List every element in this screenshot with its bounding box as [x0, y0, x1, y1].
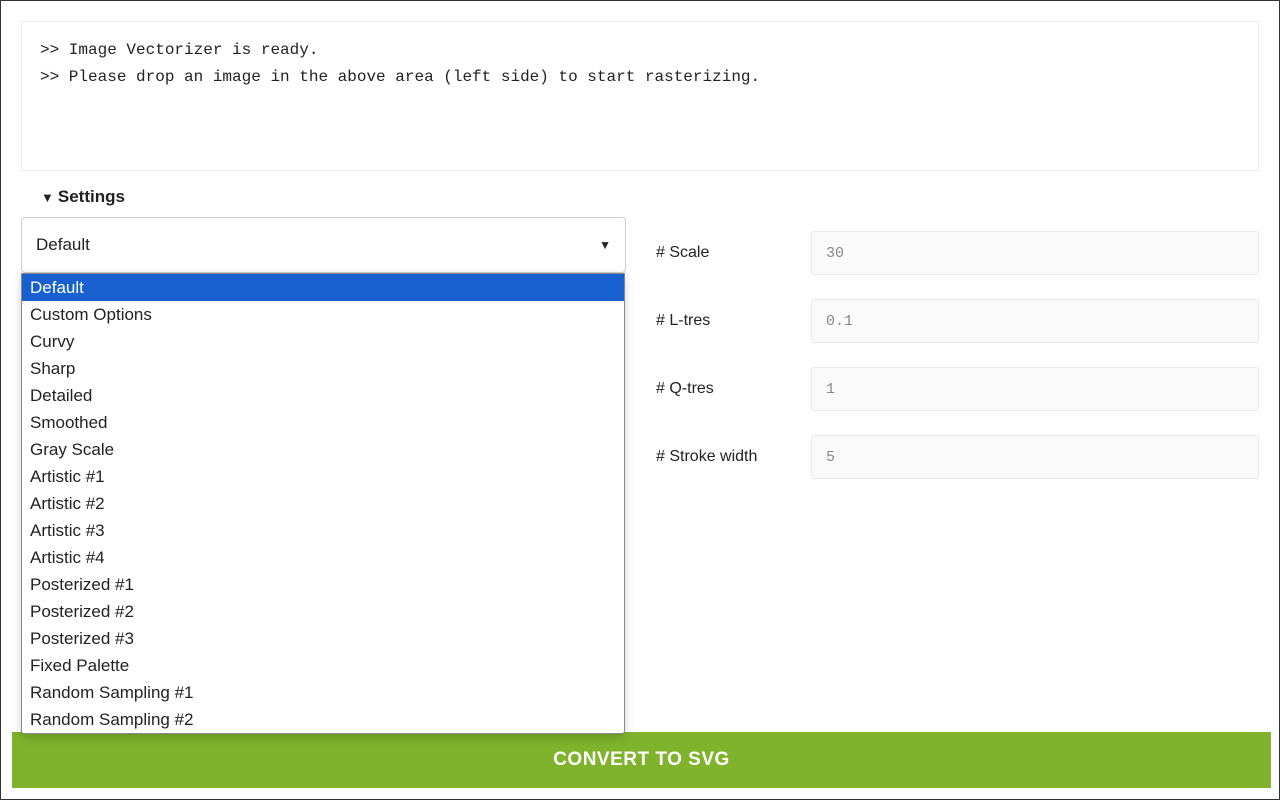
preset-option[interactable]: Artistic #2	[22, 490, 624, 517]
preset-option[interactable]: Posterized #2	[22, 598, 624, 625]
preset-option[interactable]: Detailed	[22, 382, 624, 409]
preset-option[interactable]: Artistic #3	[22, 517, 624, 544]
preset-select[interactable]: Default ▼	[21, 217, 626, 273]
preset-column: Default ▼ Default Custom Options Curvy S…	[21, 217, 626, 479]
preset-option[interactable]: Smoothed	[22, 409, 624, 436]
preset-selected-value: Default	[36, 235, 90, 255]
preset-option[interactable]: Artistic #1	[22, 463, 624, 490]
preset-option[interactable]: Artistic #4	[22, 544, 624, 571]
preset-option[interactable]: Posterized #1	[22, 571, 624, 598]
preset-option[interactable]: Gray Scale	[22, 436, 624, 463]
preset-option[interactable]: Sharp	[22, 355, 624, 382]
scale-label: # Scale	[656, 244, 781, 262]
ltres-label: # L-tres	[656, 312, 781, 330]
preset-option[interactable]: Default	[22, 274, 624, 301]
parameters-column: # Scale # L-tres # Q-tres # Stroke width	[656, 217, 1259, 479]
settings-title: Settings	[58, 187, 125, 207]
preset-dropdown: Default Custom Options Curvy Sharp Detai…	[21, 273, 625, 734]
preset-option[interactable]: Custom Options	[22, 301, 624, 328]
settings-toggle[interactable]: ▼ Settings	[1, 181, 1279, 217]
ltres-input[interactable]	[811, 299, 1259, 343]
preset-option[interactable]: Random Sampling #1	[22, 679, 624, 706]
scale-row: # Scale	[656, 231, 1259, 275]
convert-button-label: CONVERT TO SVG	[553, 749, 730, 771]
caret-down-icon: ▼	[41, 190, 54, 205]
preset-option[interactable]: Posterized #3	[22, 625, 624, 652]
app-container: >> Image Vectorizer is ready. >> Please …	[0, 0, 1280, 800]
preset-option[interactable]: Random Sampling #2	[22, 706, 624, 733]
ltres-row: # L-tres	[656, 299, 1259, 343]
convert-button[interactable]: CONVERT TO SVG	[12, 732, 1271, 788]
preset-option[interactable]: Fixed Palette	[22, 652, 624, 679]
console-line: >> Image Vectorizer is ready.	[40, 37, 1240, 64]
console-line: >> Please drop an image in the above are…	[40, 64, 1240, 91]
strokewidth-row: # Stroke width	[656, 435, 1259, 479]
scale-input[interactable]	[811, 231, 1259, 275]
chevron-down-icon: ▼	[599, 238, 611, 252]
console-log: >> Image Vectorizer is ready. >> Please …	[21, 21, 1259, 171]
qtres-input[interactable]	[811, 367, 1259, 411]
qtres-row: # Q-tres	[656, 367, 1259, 411]
preset-option[interactable]: Curvy	[22, 328, 624, 355]
settings-body: Default ▼ Default Custom Options Curvy S…	[1, 217, 1279, 479]
strokewidth-label: # Stroke width	[656, 448, 781, 466]
qtres-label: # Q-tres	[656, 380, 781, 398]
strokewidth-input[interactable]	[811, 435, 1259, 479]
